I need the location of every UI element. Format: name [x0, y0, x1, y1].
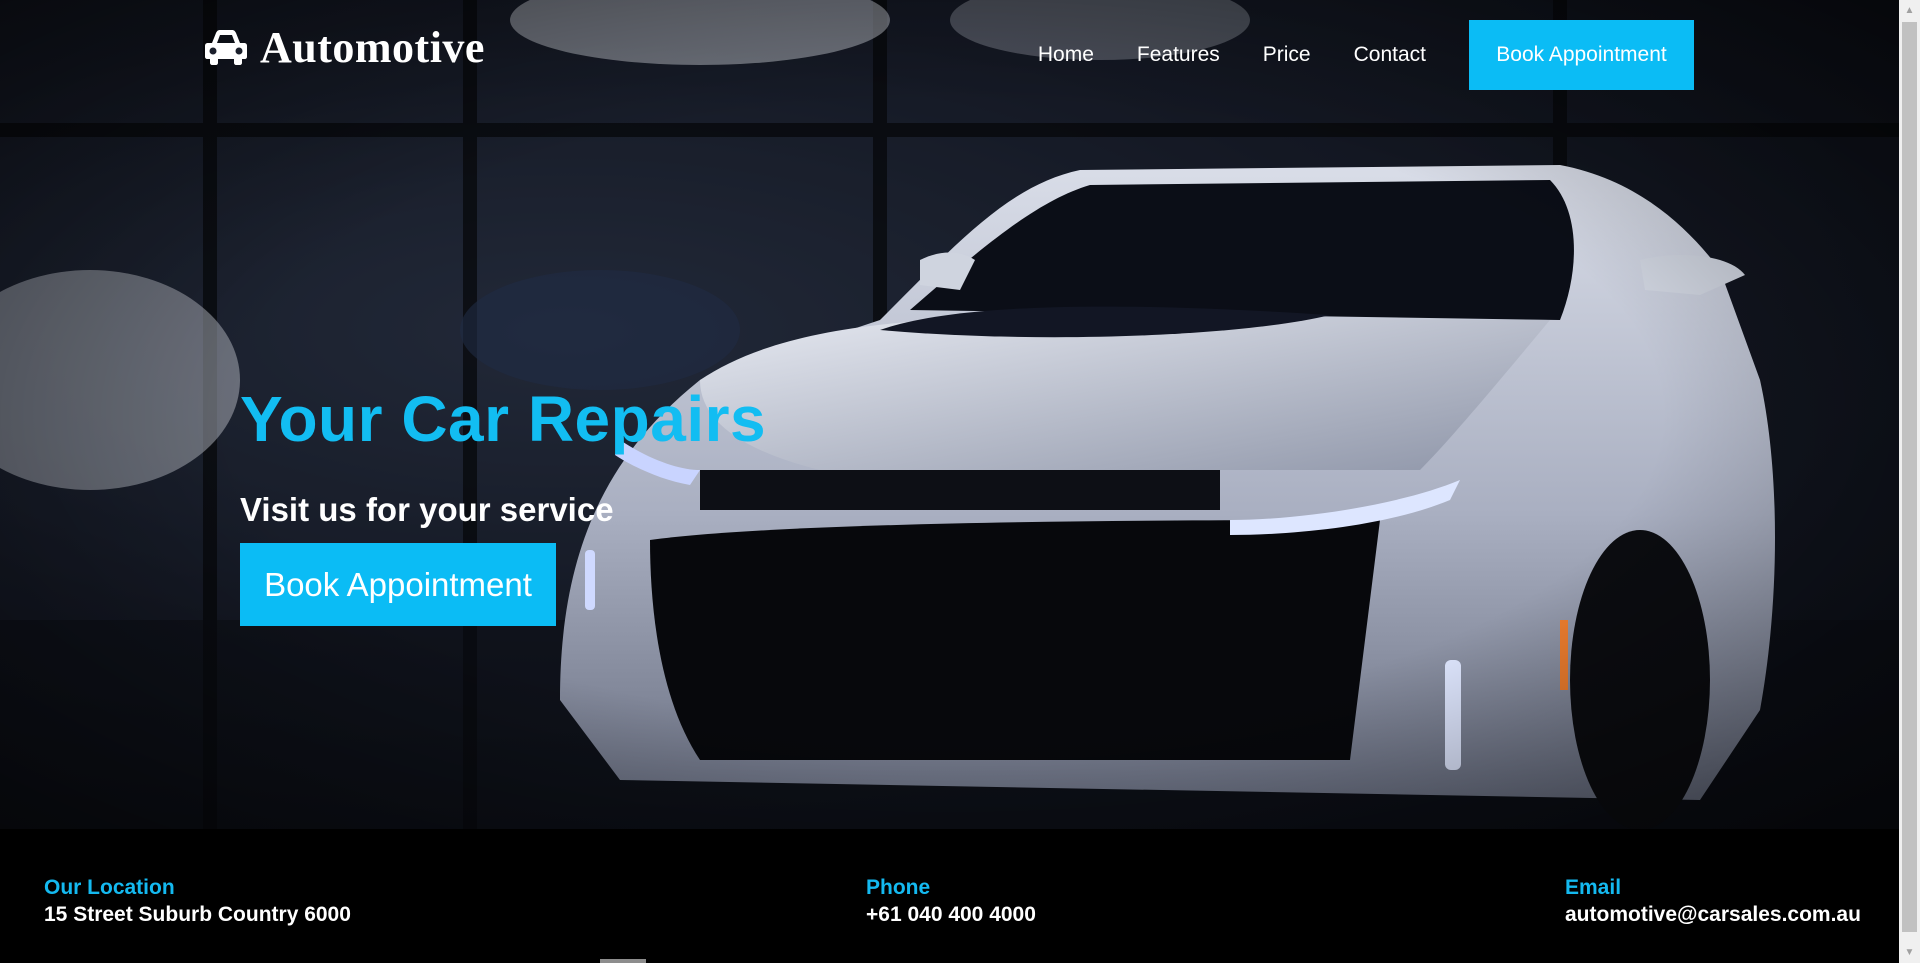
email-value[interactable]: automotive@carsales.com.au: [1565, 901, 1861, 928]
footer-email: Email automotive@carsales.com.au: [1565, 874, 1861, 928]
brand-name: Automotive: [260, 22, 485, 72]
nav-item-contact[interactable]: Contact: [1354, 43, 1426, 67]
nav-item-home[interactable]: Home: [1038, 43, 1094, 67]
footer: Our Location 15 Street Suburb Country 60…: [0, 829, 1899, 963]
hero-section: Automotive Home Features Price Contact B…: [0, 0, 1899, 829]
hero-title: Your Car Repairs: [240, 383, 767, 455]
scroll-down-arrow-icon[interactable]: ▼: [1899, 942, 1920, 963]
brand-logo[interactable]: Automotive: [204, 22, 485, 72]
nav-item-price[interactable]: Price: [1263, 43, 1311, 67]
scroll-up-arrow-icon[interactable]: ▲: [1899, 0, 1920, 21]
footer-phone: Phone +61 040 400 4000: [866, 874, 1036, 928]
scrollbar-thumb[interactable]: [1902, 22, 1917, 932]
car-icon: [205, 30, 247, 65]
nav-book-appointment-button[interactable]: Book Appointment: [1469, 20, 1694, 90]
location-value: 15 Street Suburb Country 6000: [44, 903, 351, 926]
horizontal-scroll-indicator: [600, 959, 646, 963]
vertical-scrollbar[interactable]: ▲ ▼: [1899, 0, 1920, 963]
nav-item-features[interactable]: Features: [1137, 43, 1220, 67]
location-label: Our Location: [44, 876, 175, 899]
hero-subtitle: Visit us for your service: [240, 491, 614, 528]
phone-label: Phone: [866, 876, 931, 899]
phone-value[interactable]: +61 040 400 4000: [866, 901, 1036, 928]
email-label: Email: [1565, 876, 1622, 899]
main-nav: Home Features Price Contact Book Appoint…: [1038, 20, 1694, 90]
hero-book-appointment-button[interactable]: Book Appointment: [240, 543, 556, 626]
navbar: Automotive Home Features Price Contact B…: [0, 0, 1899, 100]
footer-location: Our Location 15 Street Suburb Country 60…: [44, 874, 351, 928]
